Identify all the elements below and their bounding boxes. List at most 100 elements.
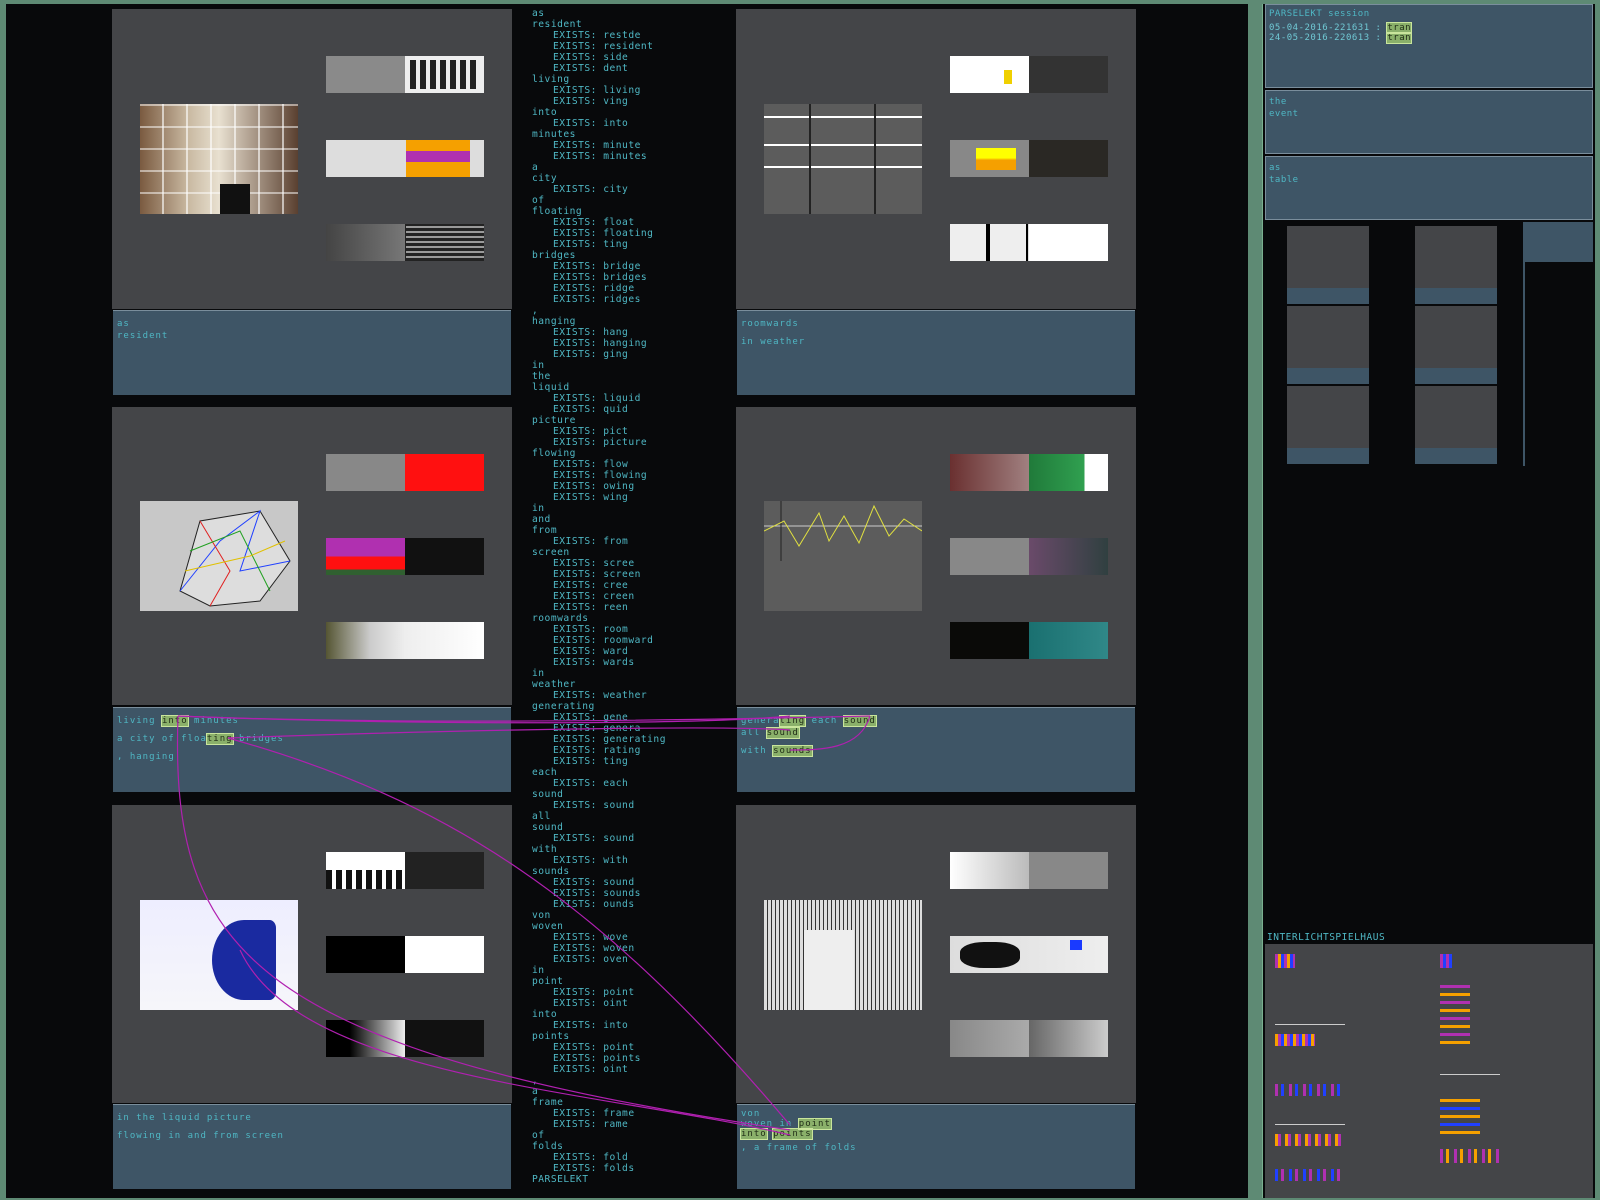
panel-thumb[interactable]: [326, 56, 484, 93]
exists-label: EXISTS:: [553, 349, 597, 360]
highlight-token[interactable]: point: [797, 1118, 832, 1130]
caption-line: generating each sound: [741, 715, 1135, 727]
mini-panel[interactable]: [1415, 386, 1497, 464]
exists-value: fold: [603, 1152, 629, 1163]
highlight-token[interactable]: ting: [778, 715, 807, 727]
table-box: as table: [1265, 156, 1593, 220]
exists-value: point: [603, 987, 635, 998]
exists-value: reen: [603, 602, 629, 613]
panel-thumb[interactable]: [950, 936, 1108, 973]
word-entry: of: [532, 1130, 545, 1141]
panel-main-image[interactable]: [764, 501, 922, 611]
exists-label: EXISTS:: [553, 580, 597, 591]
exists-value: wing: [603, 492, 629, 503]
highlight-token[interactable]: ting: [205, 733, 234, 745]
exists-entry: EXISTS: side: [532, 52, 732, 63]
caption-living: living into minutes a city of floating b…: [113, 707, 511, 792]
session-badge[interactable]: tran: [1386, 22, 1413, 34]
exists-entry: EXISTS: genera: [532, 723, 732, 734]
panel-thumb[interactable]: [326, 224, 484, 261]
exists-entry: EXISTS: minute: [532, 140, 732, 151]
mini-panel[interactable]: [1415, 226, 1497, 304]
caption-line: woven in point: [741, 1118, 1135, 1130]
session-entry[interactable]: 24-05-2016-220613 : tran: [1269, 32, 1589, 44]
exists-value: ving: [603, 96, 629, 107]
session-entry[interactable]: 05-04-2016-221631 : tran: [1269, 22, 1589, 34]
highlight-token[interactable]: into: [160, 715, 189, 727]
exists-entry: EXISTS: ting: [532, 756, 732, 767]
caption-word: bridges: [232, 734, 284, 744]
panel-main-image[interactable]: [140, 104, 298, 214]
exists-entry: EXISTS: gene: [532, 712, 732, 723]
exists-value: ging: [603, 349, 629, 360]
exists-label: EXISTS:: [553, 426, 597, 437]
exists-label: EXISTS:: [553, 569, 597, 580]
word-entry: ,: [532, 1075, 539, 1086]
exists-entry: EXISTS: cree: [532, 580, 732, 591]
word-entry: flowing: [532, 448, 576, 459]
panel-thumb[interactable]: [326, 454, 484, 491]
exists-entry: EXISTS: weather: [532, 690, 732, 701]
exists-value: into: [603, 1020, 629, 1031]
panel-thumb[interactable]: [326, 140, 484, 177]
panel-thumb[interactable]: [950, 56, 1108, 93]
mini-overview[interactable]: [1265, 222, 1521, 466]
word-entry: in: [532, 503, 545, 514]
panel-thumb[interactable]: [950, 140, 1108, 177]
caption-line: in weather: [741, 337, 806, 347]
word-entry: a: [532, 162, 539, 173]
highlight-token[interactable]: sound: [842, 715, 877, 727]
exists-value: picture: [603, 437, 648, 448]
mini-panel[interactable]: [1415, 306, 1497, 384]
mini-panel[interactable]: [1287, 306, 1369, 384]
exists-entry: EXISTS: sounds: [532, 888, 732, 899]
caption-line: as: [117, 319, 130, 329]
panel-thumb[interactable]: [326, 538, 484, 575]
panel-thumb[interactable]: [950, 852, 1108, 889]
panel-thumb[interactable]: [950, 538, 1108, 575]
exists-label: EXISTS:: [553, 30, 597, 41]
caption-word: genera: [741, 716, 780, 726]
word-entry: sound: [532, 822, 564, 833]
panel-main-image[interactable]: [764, 900, 922, 1010]
highlight-token[interactable]: points: [772, 1128, 813, 1140]
word-entry: from: [532, 525, 558, 536]
panel-thumb[interactable]: [326, 1020, 484, 1057]
mini-sidebar-preview[interactable]: [1523, 222, 1593, 466]
panel-liquid: [112, 805, 512, 1103]
session-entry-label: 05-04-2016-221631 :: [1269, 23, 1388, 33]
panel-thumb[interactable]: [326, 622, 484, 659]
exists-entry: EXISTS: room: [532, 624, 732, 635]
caption-word: minutes: [187, 716, 239, 726]
wireframe-sketch: [179, 509, 291, 607]
panel-thumb[interactable]: [950, 224, 1108, 261]
caption-woven: von woven in point into points , a frame…: [737, 1104, 1135, 1189]
exists-entry: EXISTS: minutes: [532, 151, 732, 162]
highlight-token[interactable]: sound: [765, 727, 800, 739]
panel-thumb[interactable]: [326, 852, 484, 889]
panel-thumb[interactable]: [950, 622, 1108, 659]
caption-word: with: [741, 746, 774, 756]
caption-line: , a frame of folds: [741, 1143, 857, 1153]
exists-value: minutes: [603, 151, 648, 162]
panel-thumb[interactable]: [326, 936, 484, 973]
mini-panel[interactable]: [1287, 226, 1369, 304]
exists-label: EXISTS:: [553, 239, 597, 250]
exists-value: wards: [603, 657, 635, 668]
exists-label: EXISTS:: [553, 96, 597, 107]
panel-thumb[interactable]: [950, 454, 1108, 491]
mini-panel[interactable]: [1287, 386, 1369, 464]
panel-main-image[interactable]: [140, 501, 298, 611]
panel-thumb[interactable]: [950, 1020, 1108, 1057]
panel-main-image[interactable]: [140, 900, 298, 1010]
session-badge[interactable]: tran: [1386, 32, 1413, 44]
caption-line: with sounds: [741, 745, 1135, 757]
exists-label: EXISTS:: [553, 833, 597, 844]
exists-entry: EXISTS: float: [532, 217, 732, 228]
exists-label: EXISTS:: [553, 899, 597, 910]
highlight-token[interactable]: into: [740, 1128, 768, 1140]
exists-entry: EXISTS: bridges: [532, 272, 732, 283]
caption-word: all: [741, 728, 767, 738]
panel-main-image[interactable]: [764, 104, 922, 214]
highlight-token[interactable]: sounds: [772, 745, 813, 757]
